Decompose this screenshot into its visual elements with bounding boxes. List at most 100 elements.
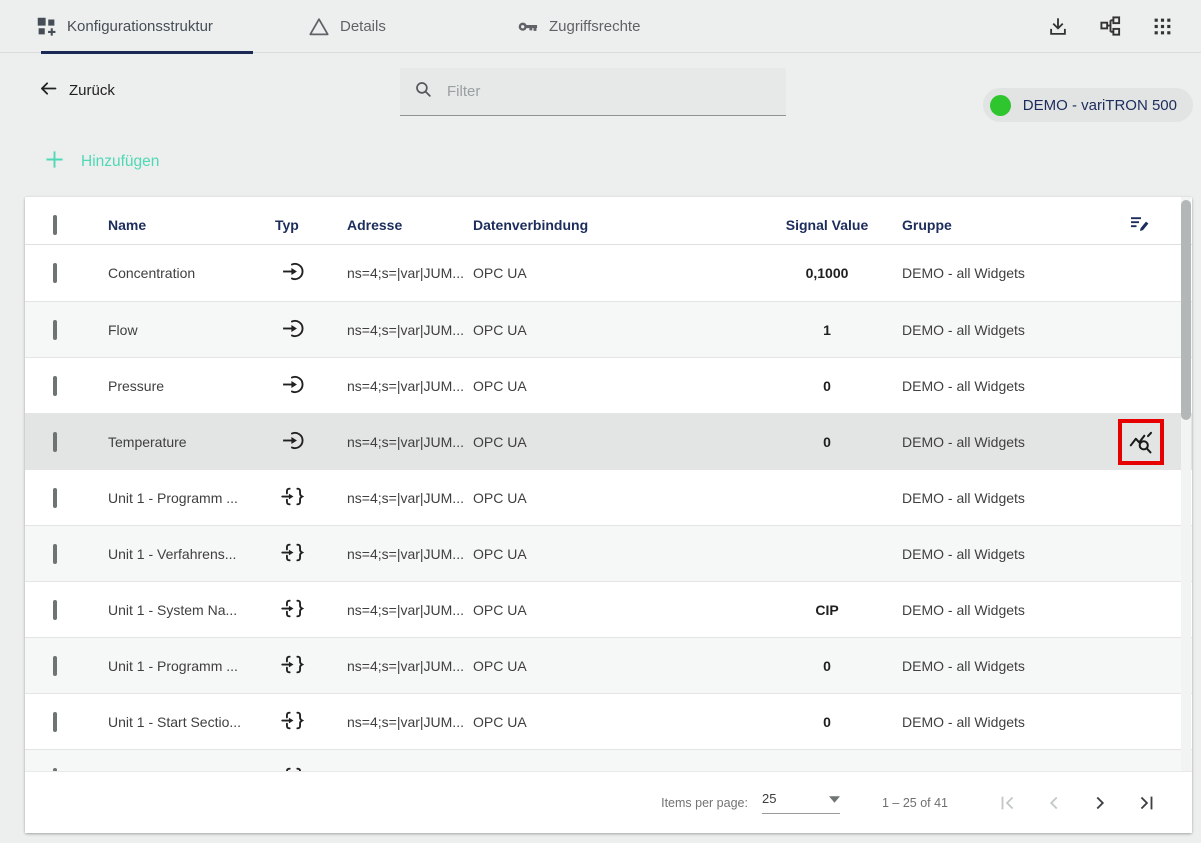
signal-table-card: Name Typ Adresse Datenverbindung Signal … (25, 197, 1192, 833)
signal-gruppe: DEMO - all Widgets (902, 546, 1115, 562)
table-row[interactable]: Unit 1 - Verfahrens... ns=4;s=|var|JUM..… (25, 525, 1192, 581)
items-per-page-value: 25 (762, 791, 776, 806)
previous-page-icon[interactable] (1042, 791, 1066, 815)
page-range-label: 1 – 25 of 41 (882, 796, 948, 810)
table-row[interactable]: Unit 1 - Programm ... ns=4;s=|var|JUM...… (25, 469, 1192, 525)
last-page-icon[interactable] (1134, 791, 1158, 815)
next-page-icon[interactable] (1088, 791, 1112, 815)
signal-gruppe: DEMO - all Widgets (902, 714, 1115, 730)
device-status-badge[interactable]: DEMO - variTRON 500 (983, 88, 1193, 122)
signal-adresse: ns=4;s=|var|JUM... (311, 658, 465, 674)
toolbar: Zurück DEMO - variTRON 500 (0, 54, 1201, 140)
status-dot-green (990, 95, 1011, 116)
add-button-label: Hinzufügen (81, 153, 159, 171)
row-checkbox[interactable] (53, 656, 57, 676)
chart-search-icon[interactable] (1128, 429, 1155, 456)
table-row[interactable]: Unit 1 - Pt Mod... ns=4;s=|var|JUM... OP… (25, 749, 1192, 771)
table-row[interactable]: Concentration ns=4;s=|var|JUM... OPC UA … (25, 245, 1192, 301)
edit-columns-icon[interactable] (1128, 212, 1152, 239)
row-checkbox[interactable] (53, 432, 57, 452)
row-checkbox[interactable] (53, 376, 57, 396)
table-row[interactable]: Unit 1 - Programm ... ns=4;s=|var|JUM...… (25, 637, 1192, 693)
filter-input[interactable] (447, 83, 772, 100)
signal-datenverbindung: OPC UA (465, 602, 752, 618)
signal-name: Unit 1 - Verfahrens... (95, 546, 275, 562)
signal-input-icon (281, 428, 306, 456)
column-header-typ: Typ (275, 217, 311, 233)
filter-field[interactable] (400, 68, 786, 116)
table-row[interactable]: Unit 1 - Start Sectio... ns=4;s=|var|JUM… (25, 693, 1192, 749)
signal-gruppe: DEMO - all Widgets (902, 378, 1115, 394)
signal-name: Concentration (95, 265, 275, 281)
header-action-icons (1047, 0, 1201, 53)
signal-datenverbindung: OPC UA (465, 714, 752, 730)
row-checkbox[interactable] (53, 712, 57, 732)
signal-adresse: ns=4;s=|var|JUM... (311, 714, 465, 730)
back-button[interactable]: Zurück (38, 78, 115, 103)
signal-adresse: ns=4;s=|var|JUM... (311, 546, 465, 562)
signal-name: Pressure (95, 378, 275, 394)
select-all-checkbox[interactable] (53, 215, 57, 235)
signal-adresse: ns=4;s=|var|JUM... (311, 602, 465, 618)
table-row[interactable]: Pressure ns=4;s=|var|JUM... OPC UA 0 DEM… (25, 357, 1192, 413)
table-row[interactable]: Flow ns=4;s=|var|JUM... OPC UA 1 DEMO - … (25, 301, 1192, 357)
signal-tag-icon (281, 652, 306, 680)
row-checkbox[interactable] (53, 263, 57, 283)
tab-konfigurationsstruktur[interactable]: Konfigurationsstruktur (36, 0, 213, 53)
column-header-adresse: Adresse (311, 217, 465, 233)
download-icon[interactable] (1047, 16, 1069, 38)
signal-value: 0 (752, 658, 902, 674)
signal-gruppe: DEMO - all Widgets (902, 602, 1115, 618)
row-checkbox[interactable] (53, 600, 57, 620)
signal-value: 0 (752, 378, 902, 394)
row-checkbox[interactable] (53, 488, 57, 508)
signal-value: 0,1000 (752, 265, 902, 281)
items-per-page-label: Items per page: (661, 796, 748, 810)
signal-tag-icon (281, 764, 306, 771)
table-row[interactable]: Unit 1 - System Na... ns=4;s=|var|JUM...… (25, 581, 1192, 637)
signal-name: Unit 1 - Programm ... (95, 658, 275, 674)
tab-label: Details (340, 18, 386, 35)
signal-adresse: ns=4;s=|var|JUM... (311, 322, 465, 338)
signal-gruppe: DEMO - all Widgets (902, 322, 1115, 338)
dashboard-customize-icon (36, 16, 57, 37)
pager-buttons (996, 791, 1158, 815)
signal-adresse: ns=4;s=|var|JUM... (311, 490, 465, 506)
back-arrow-icon (38, 78, 59, 103)
signal-name: Unit 1 - Programm ... (95, 490, 275, 506)
signal-datenverbindung: OPC UA (465, 658, 752, 674)
signal-value: 0 (752, 434, 902, 450)
scrollbar-thumb[interactable] (1181, 200, 1191, 420)
dropdown-caret-icon (829, 791, 840, 806)
row-checkbox[interactable] (53, 544, 57, 564)
tab-details[interactable]: Details (308, 0, 386, 53)
column-header-name: Name (95, 217, 275, 233)
red-annotation-box (1118, 419, 1164, 465)
tab-zugriffsrechte[interactable]: Zugriffsrechte (516, 0, 640, 53)
signal-gruppe: DEMO - all Widgets (902, 265, 1115, 281)
signal-datenverbindung: OPC UA (465, 490, 752, 506)
signal-value: CIP (752, 602, 902, 618)
signal-gruppe: DEMO - all Widgets (902, 490, 1115, 506)
back-label: Zurück (69, 82, 115, 99)
pagination-bar: Items per page: 25 1 – 25 of 41 (25, 771, 1192, 833)
add-button[interactable]: Hinzufügen (45, 150, 159, 174)
table-row[interactable]: Temperature ns=4;s=|var|JUM... OPC UA 0 … (25, 413, 1192, 469)
signal-datenverbindung: OPC UA (465, 322, 752, 338)
column-header-signal-value: Signal Value (752, 217, 902, 233)
schema-hierarchy-icon[interactable] (1099, 15, 1122, 38)
row-checkbox[interactable] (53, 320, 57, 340)
signal-datenverbindung: OPC UA (465, 265, 752, 281)
signal-adresse: ns=4;s=|var|JUM... (311, 265, 465, 281)
vertical-scrollbar (1181, 197, 1191, 771)
items-per-page-select[interactable]: 25 (762, 791, 840, 814)
signal-input-icon (281, 316, 306, 344)
signal-datenverbindung: OPC UA (465, 434, 752, 450)
first-page-icon[interactable] (996, 791, 1020, 815)
apps-grid-icon[interactable] (1152, 16, 1173, 37)
warning-triangle-icon (308, 16, 330, 38)
signal-tag-icon (281, 596, 306, 624)
signal-input-icon (281, 259, 306, 287)
signal-gruppe: DEMO - all Widgets (902, 434, 1115, 450)
signal-tag-icon (281, 708, 306, 736)
